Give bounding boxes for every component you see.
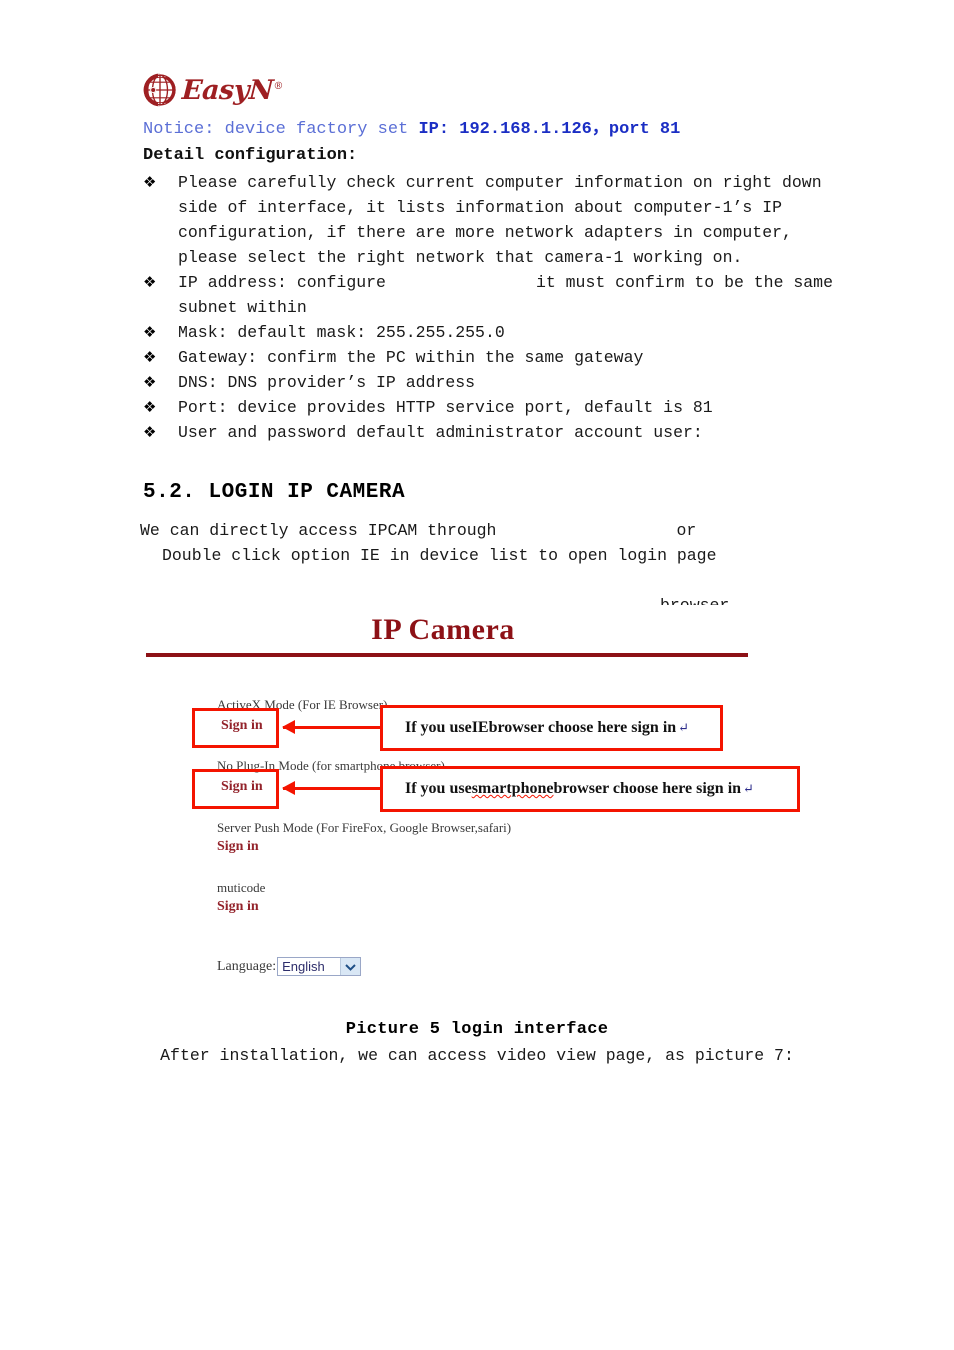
mode-label-server-push: Server Push Mode (For FireFox, Google Br… — [217, 820, 512, 835]
mode-label-muticode: muticode — [217, 880, 266, 895]
notice-line: Notice: device factory set IP: 192.168.1… — [143, 119, 680, 141]
callout-no-plugin: If you use smartphone browser choose her… — [380, 766, 800, 812]
list-item-label: IP address: configure it must confirm to … — [178, 270, 843, 320]
list-item-label: Please carefully check current computer … — [178, 173, 822, 267]
language-selector-row: Language: English — [217, 957, 362, 976]
language-selected-value: English — [282, 959, 325, 974]
list-item: ❖ Port: device provides HTTP service por… — [143, 395, 843, 420]
list-item: ❖ Please carefully check current compute… — [143, 170, 843, 270]
list-item-label: Port: device provides HTTP service port,… — [178, 398, 713, 417]
intro-line-1-before: We can directly access IPCAM through — [140, 521, 497, 540]
detail-bullet-list: ❖ Please carefully check current compute… — [143, 170, 843, 445]
ip-camera-login-screenshot: IP Camera ActiveX Mode (For IE Browser) … — [143, 605, 811, 1005]
diamond-bullet-icon: ❖ — [143, 323, 157, 341]
section-intro-paragraph: We can directly access IPCAM through or D… — [140, 518, 900, 618]
callout-activex-suffix: browser choose here sign in — [488, 719, 677, 736]
document-page: EasyN® Notice: device factory set IP: 19… — [0, 0, 954, 1350]
callout-no-plugin-prefix: If you use — [405, 780, 472, 797]
callout-activex-prefix: If you use — [405, 719, 472, 736]
list-item-label: Mask: default mask: 255.255.255.0 — [178, 323, 505, 342]
after-installation-text: After installation, we can access video … — [160, 1046, 794, 1065]
diamond-bullet-icon: ❖ — [143, 398, 157, 416]
intro-line-1: We can directly access IPCAM through or — [140, 518, 900, 543]
diamond-bullet-icon: ❖ — [143, 423, 157, 441]
easyn-wordmark: EasyN® — [181, 74, 284, 106]
sign-in-link-server-push[interactable]: Sign in — [217, 839, 259, 855]
registered-trademark-symbol: ® — [273, 80, 284, 92]
list-item: ❖ User and password default administrato… — [143, 420, 843, 445]
intro-line-1-after: or — [676, 521, 697, 540]
callout-arrow-activex — [282, 720, 380, 734]
highlight-box-activex-signin — [192, 708, 279, 748]
paragraph-mark-icon: ↵ — [678, 720, 690, 735]
easyn-globe-icon — [143, 73, 177, 107]
list-item: ❖ Gateway: confirm the PC within the sam… — [143, 345, 843, 370]
list-item: ❖ Mask: default mask: 255.255.255.0 — [143, 320, 843, 345]
paragraph-mark-icon: ↵ — [743, 781, 754, 796]
callout-arrow-no-plugin — [282, 781, 380, 795]
list-item: ❖ DNS: DNS provider’s IP address — [143, 370, 843, 395]
ip-address-label-before: IP address: configure — [178, 273, 386, 292]
sign-in-link-muticode[interactable]: Sign in — [217, 899, 259, 915]
figure-caption: Picture 5 login interface — [345, 1020, 609, 1039]
title-divider — [146, 653, 748, 657]
chevron-down-icon[interactable] — [340, 958, 361, 975]
diamond-bullet-icon: ❖ — [143, 348, 157, 366]
ip-camera-title: IP Camera — [371, 613, 515, 646]
diamond-bullet-icon: ❖ — [143, 273, 157, 291]
notice-lead-text: Notice: device factory set — [143, 120, 419, 139]
callout-no-plugin-suffix: browser choose here sign in — [553, 780, 742, 797]
notice-ip-port-text: IP: 192.168.1.126，port 81 — [418, 120, 681, 139]
language-label: Language: — [217, 958, 277, 974]
language-select[interactable]: English — [277, 957, 362, 976]
diamond-bullet-icon: ❖ — [143, 373, 157, 391]
callout-activex: If you use IE browser choose here sign i… — [380, 705, 723, 751]
highlight-box-no-plugin-signin — [192, 769, 279, 809]
diamond-bullet-icon: ❖ — [143, 173, 157, 191]
callout-no-plugin-emphasis: smartphone — [471, 780, 554, 797]
detail-configuration-heading: Detail configuration: — [143, 146, 358, 165]
list-item: ❖ IP address: configure it must confirm t… — [143, 270, 843, 320]
list-item-label: DNS: DNS provider’s IP address — [178, 373, 476, 392]
callout-activex-emphasis: IE — [471, 719, 489, 736]
easyn-logo: EasyN® — [143, 68, 283, 112]
list-item-label: User and password default administrator … — [178, 423, 703, 442]
list-item-label: Gateway: confirm the PC within the same … — [178, 348, 644, 367]
intro-line-2: Double click option IE in device list to… — [162, 546, 717, 565]
section-heading-login-ip-camera: 5.2. LOGIN IP CAMERA — [143, 481, 406, 504]
